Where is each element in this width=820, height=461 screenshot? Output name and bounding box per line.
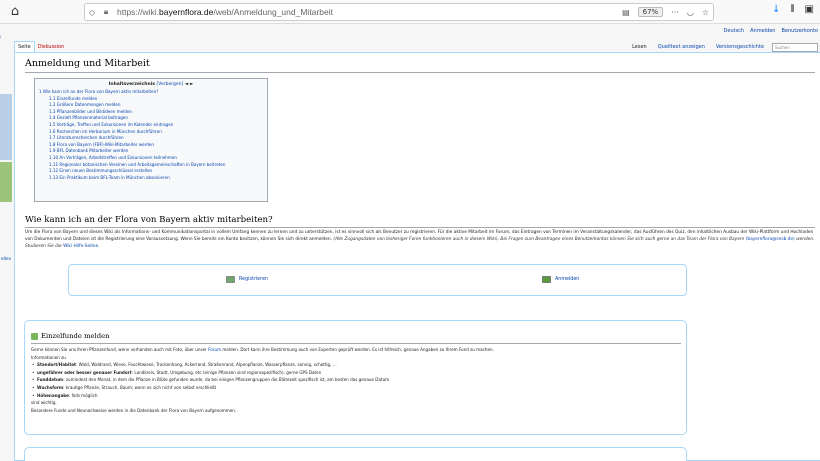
- toc-item[interactable]: 1.12 Einen neuen Bestimmungsschlüssel er…: [39, 168, 263, 175]
- tab-seite[interactable]: Seite: [14, 41, 35, 52]
- toc-title: Inhaltsverzeichnis [Verbergen] ◄ ►: [108, 82, 194, 87]
- tab-diskussion[interactable]: Diskussion: [35, 42, 68, 52]
- toc-item[interactable]: 1.13 Ein Praktikum beim BFL-Team in Münc…: [39, 175, 263, 182]
- reader-view-icon[interactable]: ▤: [622, 8, 630, 17]
- einzelfunde-heading: Einzelfunde melden: [31, 332, 110, 340]
- url-bar[interactable]: ◇ 🔒︎ https://wiki.bayernflora.de/web/Anm…: [84, 3, 714, 21]
- toc-item[interactable]: 1.5 Vorträge, Treffen und Exkursionen im…: [39, 122, 263, 129]
- sidebar-fragment[interactable]: elten: [1, 256, 11, 261]
- sidebar: [0, 24, 12, 461]
- main-content: Anmeldung und Mitarbeit Inhaltsverzeichn…: [14, 52, 820, 461]
- toc-item[interactable]: 1.6 Recherchen im Herbarium in München d…: [39, 129, 263, 136]
- info-list: Standort/Habitat: Wald, Waldrand, Wiese,…: [31, 361, 681, 399]
- browser-toolbar: ⌂ ◇ 🔒︎ https://wiki.bayernflora.de/web/A…: [0, 0, 820, 24]
- bookmark-star-icon[interactable]: ☆: [702, 8, 709, 17]
- account-buttons: Registrieren Anmelden: [68, 264, 687, 296]
- section-divider: [25, 227, 815, 228]
- language-link[interactable]: Deutsch: [724, 28, 745, 34]
- email-link[interactable]: (bayernflora@snsb.de): [746, 237, 795, 242]
- section-paragraph: Um die Flora von Bayern und dieses Wiki …: [25, 230, 815, 249]
- search-input[interactable]: Suchen: [772, 43, 818, 52]
- forum-link[interactable]: Forum: [208, 347, 221, 352]
- einzelfunde-box: Einzelfunde melden Gerne können Sie uns …: [24, 320, 687, 435]
- toc-item[interactable]: 1.3 Pflanzenbilder und Bildideen melden: [39, 109, 263, 116]
- url-text: https://wiki.bayernflora.de/web/Anmeldun…: [117, 7, 333, 17]
- title-divider: [25, 72, 815, 73]
- register-button[interactable]: Registrieren: [226, 276, 268, 283]
- tab-quelltext[interactable]: Quelltext anzeigen: [655, 42, 708, 52]
- library-icon[interactable]: ⫴: [790, 4, 794, 15]
- toc-item[interactable]: 1.7 Literaturrecherchen durchführen: [39, 135, 263, 142]
- sidebar-portal-block: [0, 94, 12, 160]
- toc-item[interactable]: 1.4 Gezielt Pflanzenmaterial beitragen: [39, 115, 263, 122]
- toc-item[interactable]: 1.10 An Vorträgen, Arbeitstreffen und Ex…: [39, 155, 263, 162]
- toc-list: 1 Wie kann ich an der Flora von Bayern a…: [39, 89, 263, 181]
- list-item: Höhenangabe: falls möglich: [31, 392, 681, 400]
- shield-icon[interactable]: ◇: [85, 8, 99, 17]
- list-item: Funddatum: zumindest den Monat, in dem d…: [31, 376, 681, 384]
- toc-toggle[interactable]: [Verbergen]: [156, 82, 183, 87]
- lock-icon[interactable]: 🔒︎: [99, 7, 113, 17]
- toc-item[interactable]: 1.9 BFL Datenbank Mitarbeiter werden: [39, 148, 263, 155]
- list-item: Wuchsform: krautige Pflanze, Strauch, Ba…: [31, 384, 681, 392]
- login-icon: [542, 276, 551, 283]
- next-section-box: [24, 447, 687, 461]
- home-icon[interactable]: ⌂: [6, 3, 24, 21]
- toc-item[interactable]: 1.1 Einzelfunde melden: [39, 96, 263, 103]
- toc-item[interactable]: 1.8 Flora von Bayern (FBF)-Wiki-Mitarbei…: [39, 142, 263, 149]
- tab-versionen[interactable]: Versionsgeschichte: [713, 42, 767, 52]
- create-account-link[interactable]: Benutzerkonto: [781, 28, 818, 34]
- pocket-icon[interactable]: ◡: [687, 8, 694, 17]
- toc-item[interactable]: 1 Wie kann ich an der Flora von Bayern a…: [39, 89, 263, 96]
- page-tabs: Seite Diskussion Lesen Quelltext anzeige…: [14, 38, 820, 52]
- page-actions-icon[interactable]: ···: [671, 8, 679, 17]
- zoom-level[interactable]: 67%: [637, 7, 664, 17]
- download-icon[interactable]: ↓: [772, 4, 780, 15]
- tab-lesen[interactable]: Lesen: [629, 42, 650, 52]
- toc-arrows[interactable]: ◄ ►: [185, 82, 194, 87]
- box-divider: [31, 343, 681, 344]
- login-link[interactable]: Anmelden: [750, 28, 775, 34]
- register-icon: [226, 276, 235, 283]
- toc-item[interactable]: 1.2 Größere Datenmengen melden: [39, 102, 263, 109]
- page-title: Anmeldung und Mitarbeit: [25, 58, 150, 69]
- sidebar-icon[interactable]: ▣: [805, 4, 814, 15]
- section-heading: Wie kann ich an der Flora von Bayern akt…: [25, 215, 273, 225]
- list-item: ungefährer oder besser genauer Fundort: …: [31, 369, 681, 377]
- einzelfunde-text: Gerne können Sie uns Ihren Pflanzenfund,…: [31, 346, 681, 414]
- table-of-contents: Inhaltsverzeichnis [Verbergen] ◄ ► 1 Wie…: [34, 78, 268, 202]
- help-pages-link[interactable]: Wiki Hilfe-Seiten: [63, 244, 98, 249]
- personal-tools: Deutsch Anmelden Benutzerkonto: [724, 25, 820, 37]
- sidebar-green-block: [0, 162, 12, 202]
- login-button[interactable]: Anmelden: [542, 276, 579, 283]
- list-item: Standort/Habitat: Wald, Waldrand, Wiese,…: [31, 361, 681, 369]
- toc-item[interactable]: 1.11 Regionaler botanischen Vereinen und…: [39, 162, 263, 169]
- plant-icon: [31, 332, 38, 340]
